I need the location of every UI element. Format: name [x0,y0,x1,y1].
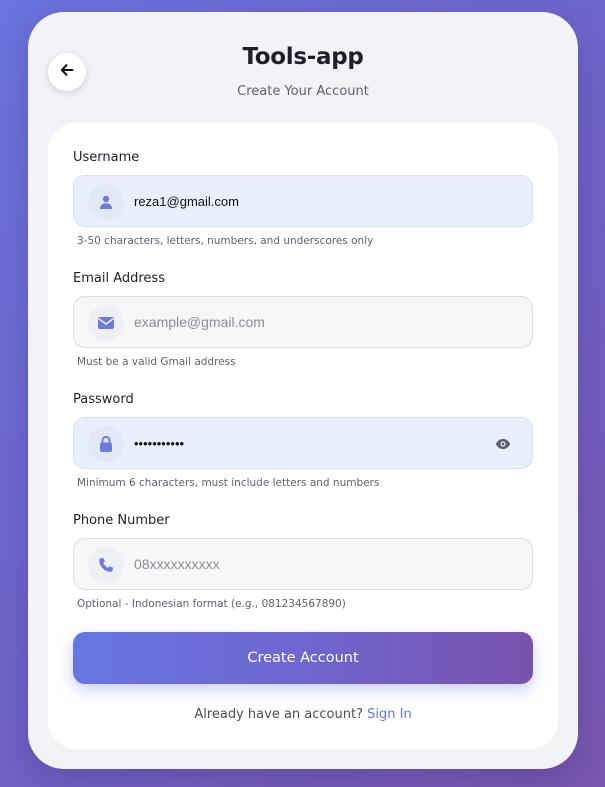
password-field[interactable] [73,417,533,469]
form-panel: Username 3-50 characters, letters, numbe… [48,123,558,749]
username-hint: 3-50 characters, letters, numbers, and u… [77,235,374,247]
phone-hint: Optional - Indonesian format (e.g., 0812… [77,598,346,610]
phone-label: Phone Number [73,513,170,528]
phone-field[interactable] [73,538,533,590]
email-field[interactable] [73,296,533,348]
password-input[interactable] [134,418,454,468]
create-account-button[interactable]: Create Account [73,632,533,684]
signup-card: Tools-app Create Your Account Username 3… [28,12,578,769]
username-field[interactable] [73,175,533,227]
username-label: Username [73,150,140,165]
email-label: Email Address [73,271,165,286]
eye-icon[interactable] [492,435,514,453]
envelope-icon [88,305,124,341]
phone-icon [88,547,124,583]
password-label: Password [73,392,134,407]
lock-icon [88,426,124,462]
username-input[interactable] [134,176,514,226]
phone-input[interactable] [134,539,514,589]
signin-prompt-text: Already have an account? [194,707,363,722]
user-icon [88,184,124,220]
signin-prompt: Already have an account? Sign In [48,707,558,722]
password-hint: Minimum 6 characters, must include lette… [77,477,380,489]
email-input[interactable] [134,297,514,347]
email-hint: Must be a valid Gmail address [77,356,236,368]
sign-in-link[interactable]: Sign In [367,707,412,722]
app-title: Tools-app [242,44,364,70]
page-subtitle: Create Your Account [237,84,369,99]
